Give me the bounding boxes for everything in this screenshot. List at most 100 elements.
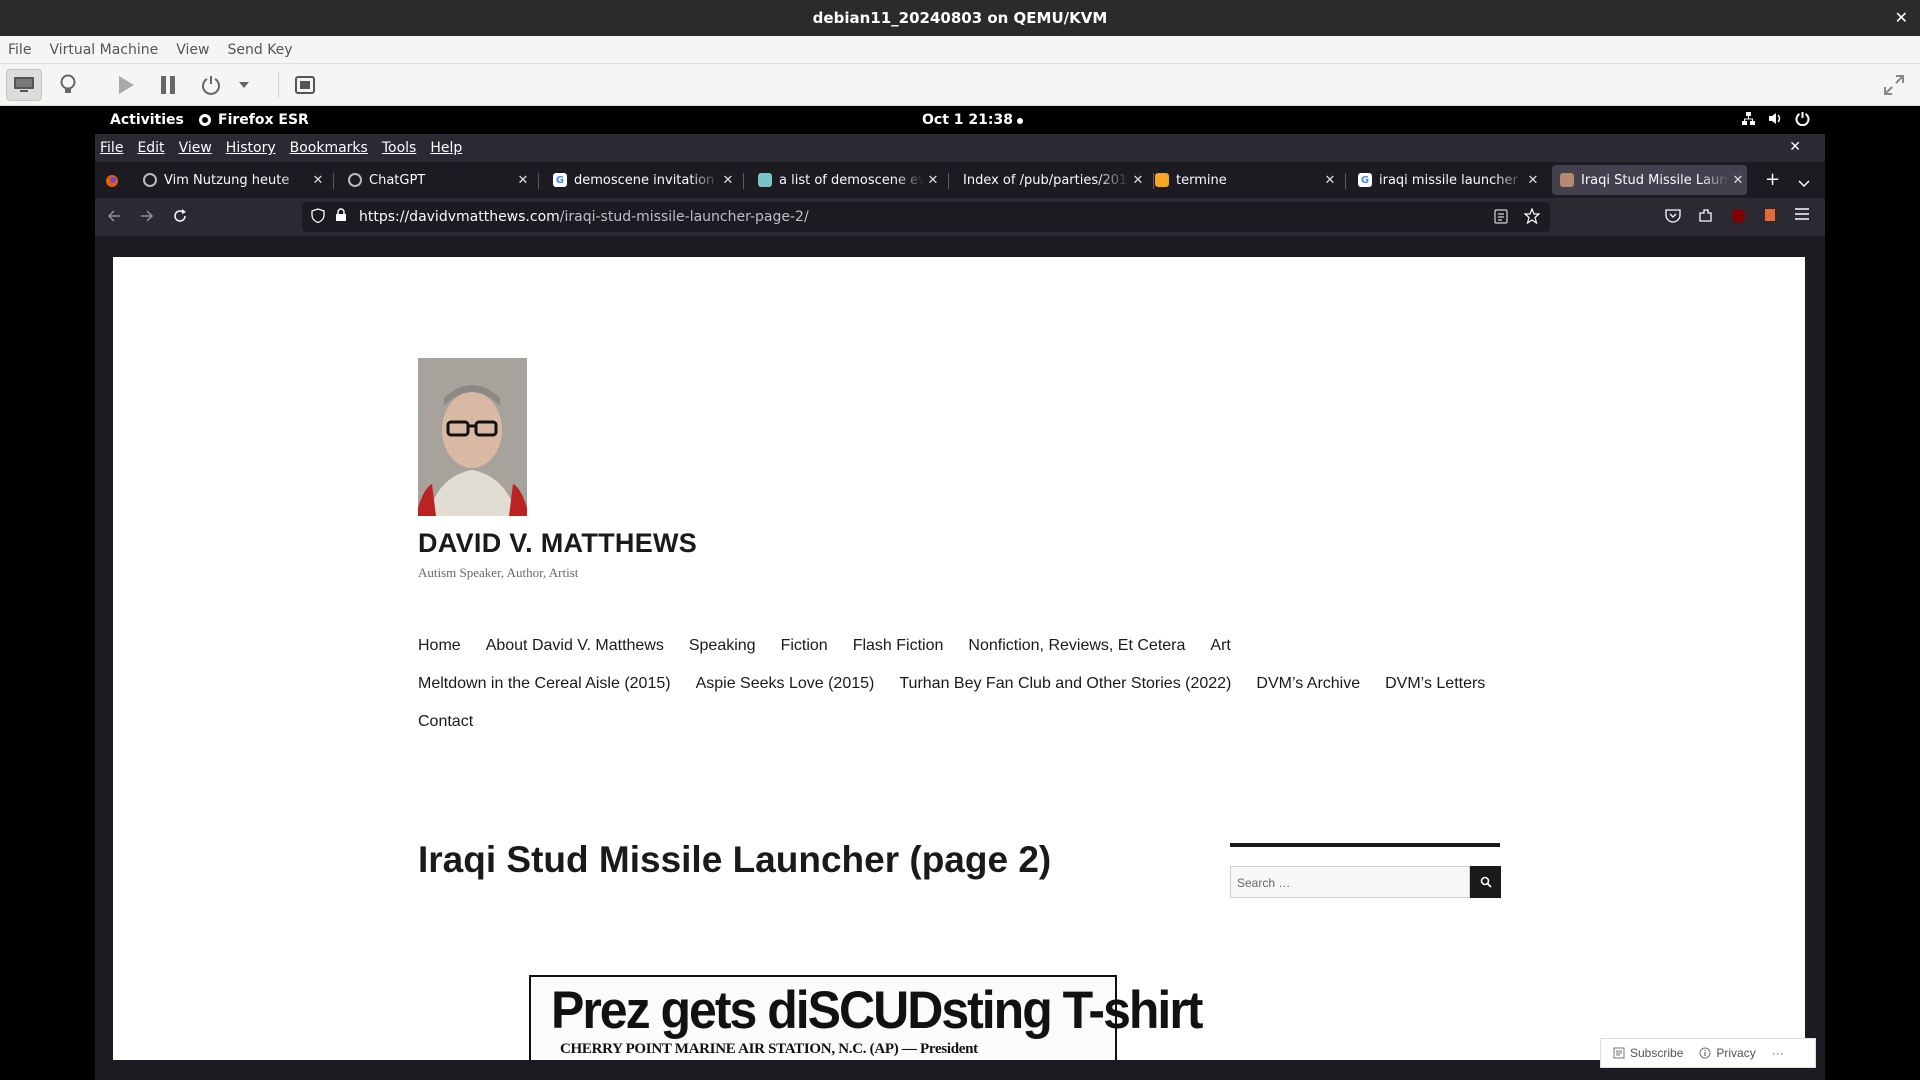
reader-view-icon[interactable]	[1494, 209, 1508, 228]
nav-row: Meltdown in the Cereal Aisle (2015) Aspi…	[418, 675, 1510, 693]
app-menu[interactable]: Firefox ESR	[198, 112, 309, 128]
pocket-icon[interactable]	[1665, 208, 1681, 227]
firefox-view-button[interactable]	[105, 173, 119, 192]
menu-file[interactable]: File	[100, 140, 123, 156]
tab-termine[interactable]: termine ✕	[1147, 165, 1339, 195]
tab-divider	[948, 173, 949, 189]
close-icon[interactable]: ✕	[309, 173, 327, 188]
close-icon[interactable]: ✕	[1129, 173, 1147, 188]
menu-view[interactable]: View	[179, 140, 212, 156]
menu-edit[interactable]: Edit	[137, 140, 164, 156]
navigation-toolbar: https://davidvmatthews.com/iraqi-stud-mi…	[95, 198, 1825, 236]
nav-item-art[interactable]: Art	[1210, 637, 1230, 655]
site-logo-photo[interactable]	[418, 358, 527, 516]
tab-divider	[743, 173, 744, 189]
hamburger-menu-icon[interactable]	[1795, 208, 1809, 224]
tab-demoscene-invitation[interactable]: G demoscene invitation revi ✕	[545, 165, 737, 195]
url-bar[interactable]: https://davidvmatthews.com/iraqi-stud-mi…	[302, 202, 1550, 232]
google-icon: G	[553, 173, 567, 187]
menu-bookmarks[interactable]: Bookmarks	[290, 140, 368, 156]
close-icon[interactable]: ✕	[719, 173, 737, 188]
menu-tools[interactable]: Tools	[382, 140, 417, 156]
run-button[interactable]	[108, 69, 144, 101]
subscribe-button[interactable]: Subscribe	[1613, 1046, 1683, 1060]
close-icon[interactable]: ✕	[1321, 173, 1339, 188]
reload-icon	[174, 209, 186, 222]
snapshots-button[interactable]	[287, 69, 323, 101]
more-icon: ···	[1771, 1046, 1784, 1060]
firefox-menubar: File Edit View History Bookmarks Tools H…	[95, 134, 1825, 162]
forward-button[interactable]	[140, 208, 154, 227]
subscribe-icon	[1613, 1047, 1625, 1059]
nav-item-flash-fiction[interactable]: Flash Fiction	[853, 637, 944, 655]
host-menu-send-key[interactable]: Send Key	[227, 42, 292, 58]
subscribe-label: Subscribe	[1630, 1046, 1684, 1060]
tab-iraqi-missile-search[interactable]: G iraqi missile launcher me ✕	[1350, 165, 1542, 195]
clock[interactable]: Oct 1 21:38	[922, 112, 1013, 128]
tab-label: demoscene invitation revi	[574, 172, 719, 188]
nav-item-contact[interactable]: Contact	[418, 713, 473, 731]
nav-item-meltdown[interactable]: Meltdown in the Cereal Aisle (2015)	[418, 675, 671, 693]
menu-help[interactable]: Help	[430, 140, 462, 156]
tab-divider	[1345, 173, 1346, 189]
privacy-label: Privacy	[1716, 1046, 1756, 1060]
nav-item-home[interactable]: Home	[418, 637, 461, 655]
search-button[interactable]	[1470, 866, 1501, 898]
tracking-protection-icon[interactable]	[311, 207, 325, 227]
nav-item-fiction[interactable]: Fiction	[781, 637, 828, 655]
tab-vim-nutzung[interactable]: Vim Nutzung heute ✕	[135, 165, 327, 195]
reload-button[interactable]	[173, 208, 187, 227]
details-view-button[interactable]	[50, 69, 86, 101]
privacy-button[interactable]: Privacy	[1699, 1046, 1756, 1060]
shutdown-button[interactable]	[193, 69, 229, 101]
host-menubar: File Virtual Machine View Send Key	[0, 36, 1920, 64]
tab-iraqi-stud-missile-launcher[interactable]: Iraqi Stud Missile Launche ✕	[1552, 165, 1747, 195]
extensions-icon[interactable]	[1698, 208, 1713, 227]
close-icon[interactable]: ✕	[924, 173, 942, 188]
tab-chatgpt[interactable]: ChatGPT ✕	[340, 165, 532, 195]
host-menu-virtual-machine[interactable]: Virtual Machine	[49, 42, 158, 58]
search-input[interactable]: Search …	[1230, 866, 1470, 898]
tab-label: a list of demoscene event	[779, 172, 924, 188]
ublock-origin-icon[interactable]	[1731, 208, 1746, 228]
site-title[interactable]: DAVID V. MATTHEWS	[418, 528, 697, 559]
url-host: https://davidvmatthews.com	[359, 209, 560, 225]
system-tray[interactable]	[1741, 111, 1810, 126]
activities-button[interactable]: Activities	[110, 112, 184, 128]
bookmark-star-icon[interactable]	[1523, 207, 1541, 228]
nav-item-archive[interactable]: DVM’s Archive	[1256, 675, 1360, 693]
nav-item-speaking[interactable]: Speaking	[689, 637, 756, 655]
lock-icon[interactable]	[335, 208, 347, 226]
back-button[interactable]	[107, 208, 121, 227]
fullscreen-button[interactable]	[1876, 69, 1912, 101]
shutdown-menu-button[interactable]	[232, 69, 256, 101]
tab-index-pub-parties[interactable]: Index of /pub/parties/2014/d ✕	[955, 165, 1147, 195]
nav-item-letters[interactable]: DVM’s Letters	[1385, 675, 1485, 693]
nav-item-about[interactable]: About David V. Matthews	[486, 637, 664, 655]
host-window-title: debian11_20240803 on QEMU/KVM	[812, 9, 1108, 27]
pause-button[interactable]	[150, 69, 186, 101]
close-icon[interactable]: ✕	[1524, 173, 1542, 188]
tab-divider	[333, 173, 334, 189]
clipping-dateline: CHERRY POINT MARINE AIR STATION, N.C. (A…	[560, 1041, 978, 1057]
toolbar-divider	[278, 72, 279, 98]
firefox-close-button[interactable]: ✕	[1789, 139, 1801, 155]
host-menu-view[interactable]: View	[176, 42, 209, 58]
console-view-button[interactable]	[6, 69, 42, 101]
firefox-icon	[199, 114, 211, 126]
nav-item-aspie-seeks-love[interactable]: Aspie Seeks Love (2015)	[696, 675, 875, 693]
host-menu-file[interactable]: File	[8, 42, 31, 58]
nav-item-nonfiction[interactable]: Nonfiction, Reviews, Et Cetera	[968, 637, 1185, 655]
menu-history[interactable]: History	[226, 140, 276, 156]
tab-demoscene-events[interactable]: a list of demoscene event ✕	[750, 165, 942, 195]
chatgpt-icon	[143, 173, 157, 187]
sidebar-divider	[1230, 843, 1500, 847]
host-close-button[interactable]: ✕	[1895, 8, 1908, 27]
close-icon[interactable]: ✕	[1729, 173, 1747, 188]
nav-item-turhan-bey[interactable]: Turhan Bey Fan Club and Other Stories (2…	[899, 675, 1231, 693]
more-actions-button[interactable]: ···	[1772, 1046, 1784, 1060]
new-tab-button[interactable]: +	[1765, 169, 1780, 190]
extension-flag-icon[interactable]	[1763, 208, 1777, 226]
close-icon[interactable]: ✕	[514, 173, 532, 188]
list-all-tabs-button[interactable]	[1798, 173, 1810, 192]
